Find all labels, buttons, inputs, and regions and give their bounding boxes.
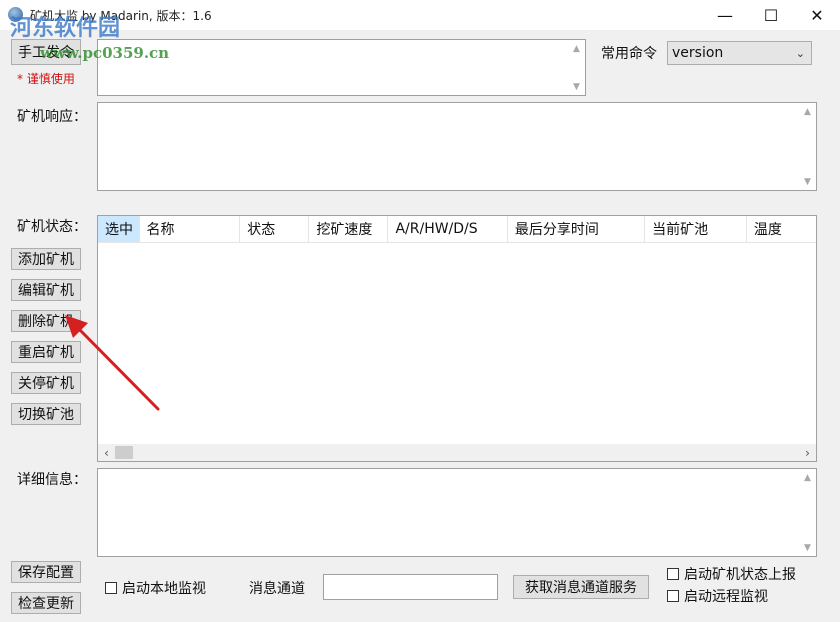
- response-scrollbar[interactable]: ▲ ▼: [799, 103, 816, 190]
- scroll-down-icon[interactable]: ▼: [799, 173, 816, 190]
- column-current-pool[interactable]: 当前矿池: [645, 216, 747, 242]
- report-status-checkbox[interactable]: 启动矿机状态上报: [667, 564, 796, 584]
- column-temperature[interactable]: 温度: [747, 216, 816, 242]
- remote-monitor-checkbox[interactable]: 启动远程监视: [667, 586, 768, 606]
- detail-label: 详细信息：: [17, 472, 87, 488]
- scroll-right-icon[interactable]: ›: [799, 444, 816, 461]
- scroll-up-icon[interactable]: ▲: [568, 40, 585, 57]
- report-status-label: 启动矿机状态上报: [684, 567, 796, 583]
- column-status[interactable]: 状态: [240, 216, 310, 242]
- minimize-button[interactable]: —: [702, 0, 748, 30]
- column-hashrate[interactable]: 挖矿速度: [309, 216, 389, 242]
- get-channel-service-button[interactable]: 获取消息通道服务: [513, 575, 649, 599]
- common-command-select[interactable]: version ⌄: [667, 41, 812, 65]
- save-config-button[interactable]: 保存配置: [11, 561, 81, 583]
- column-last-share[interactable]: 最后分享时间: [508, 216, 646, 242]
- table-hscrollbar[interactable]: ‹ ›: [98, 444, 816, 461]
- detail-scrollbar[interactable]: ▲ ▼: [799, 469, 816, 556]
- checkbox-icon[interactable]: [667, 590, 679, 602]
- command-input[interactable]: ▲ ▼: [97, 39, 586, 96]
- checkbox-icon[interactable]: [667, 568, 679, 580]
- scroll-up-icon[interactable]: ▲: [799, 103, 816, 120]
- channel-label: 消息通道: [249, 581, 305, 597]
- checkbox-icon[interactable]: [105, 582, 117, 594]
- remote-monitor-label: 启动远程监视: [684, 589, 768, 605]
- close-button[interactable]: ✕: [794, 0, 840, 30]
- local-monitor-checkbox[interactable]: 启动本地监视: [105, 578, 206, 598]
- detail-output[interactable]: ▲ ▼: [97, 468, 817, 557]
- table-header: 选中 名称 状态 挖矿速度 A/R/HW/D/S 最后分享时间 当前矿池 温度: [98, 216, 816, 243]
- common-command-value: version: [672, 45, 724, 61]
- scroll-down-icon[interactable]: ▼: [799, 539, 816, 556]
- response-label: 矿机响应：: [17, 109, 87, 125]
- common-command-label: 常用命令: [601, 46, 657, 62]
- status-label: 矿机状态：: [17, 219, 87, 235]
- channel-input[interactable]: [323, 574, 498, 600]
- add-miner-button[interactable]: 添加矿机: [11, 248, 81, 270]
- scroll-left-icon[interactable]: ‹: [98, 444, 115, 461]
- annotation-arrow: [65, 315, 160, 411]
- maximize-button[interactable]: ☐: [748, 0, 794, 30]
- chevron-down-icon: ⌄: [795, 47, 805, 60]
- edit-miner-button[interactable]: 编辑矿机: [11, 279, 81, 301]
- watermark-logo-text: 河东软件园: [10, 15, 121, 41]
- response-output[interactable]: ▲ ▼: [97, 102, 817, 191]
- command-scrollbar[interactable]: ▲ ▼: [568, 40, 585, 95]
- miner-status-table[interactable]: 选中 名称 状态 挖矿速度 A/R/HW/D/S 最后分享时间 当前矿池 温度 …: [97, 215, 817, 462]
- column-select[interactable]: 选中: [98, 216, 140, 242]
- check-update-button[interactable]: 检查更新: [11, 592, 81, 614]
- warning-text: * 谨慎使用: [17, 72, 75, 86]
- scroll-up-icon[interactable]: ▲: [799, 469, 816, 486]
- scroll-thumb[interactable]: [115, 446, 133, 459]
- column-arhwds[interactable]: A/R/HW/D/S: [388, 216, 508, 242]
- column-name[interactable]: 名称: [140, 216, 241, 242]
- scroll-down-icon[interactable]: ▼: [568, 78, 585, 95]
- watermark-url: www.pc0359.cn: [40, 44, 170, 62]
- local-monitor-label: 启动本地监视: [122, 581, 206, 597]
